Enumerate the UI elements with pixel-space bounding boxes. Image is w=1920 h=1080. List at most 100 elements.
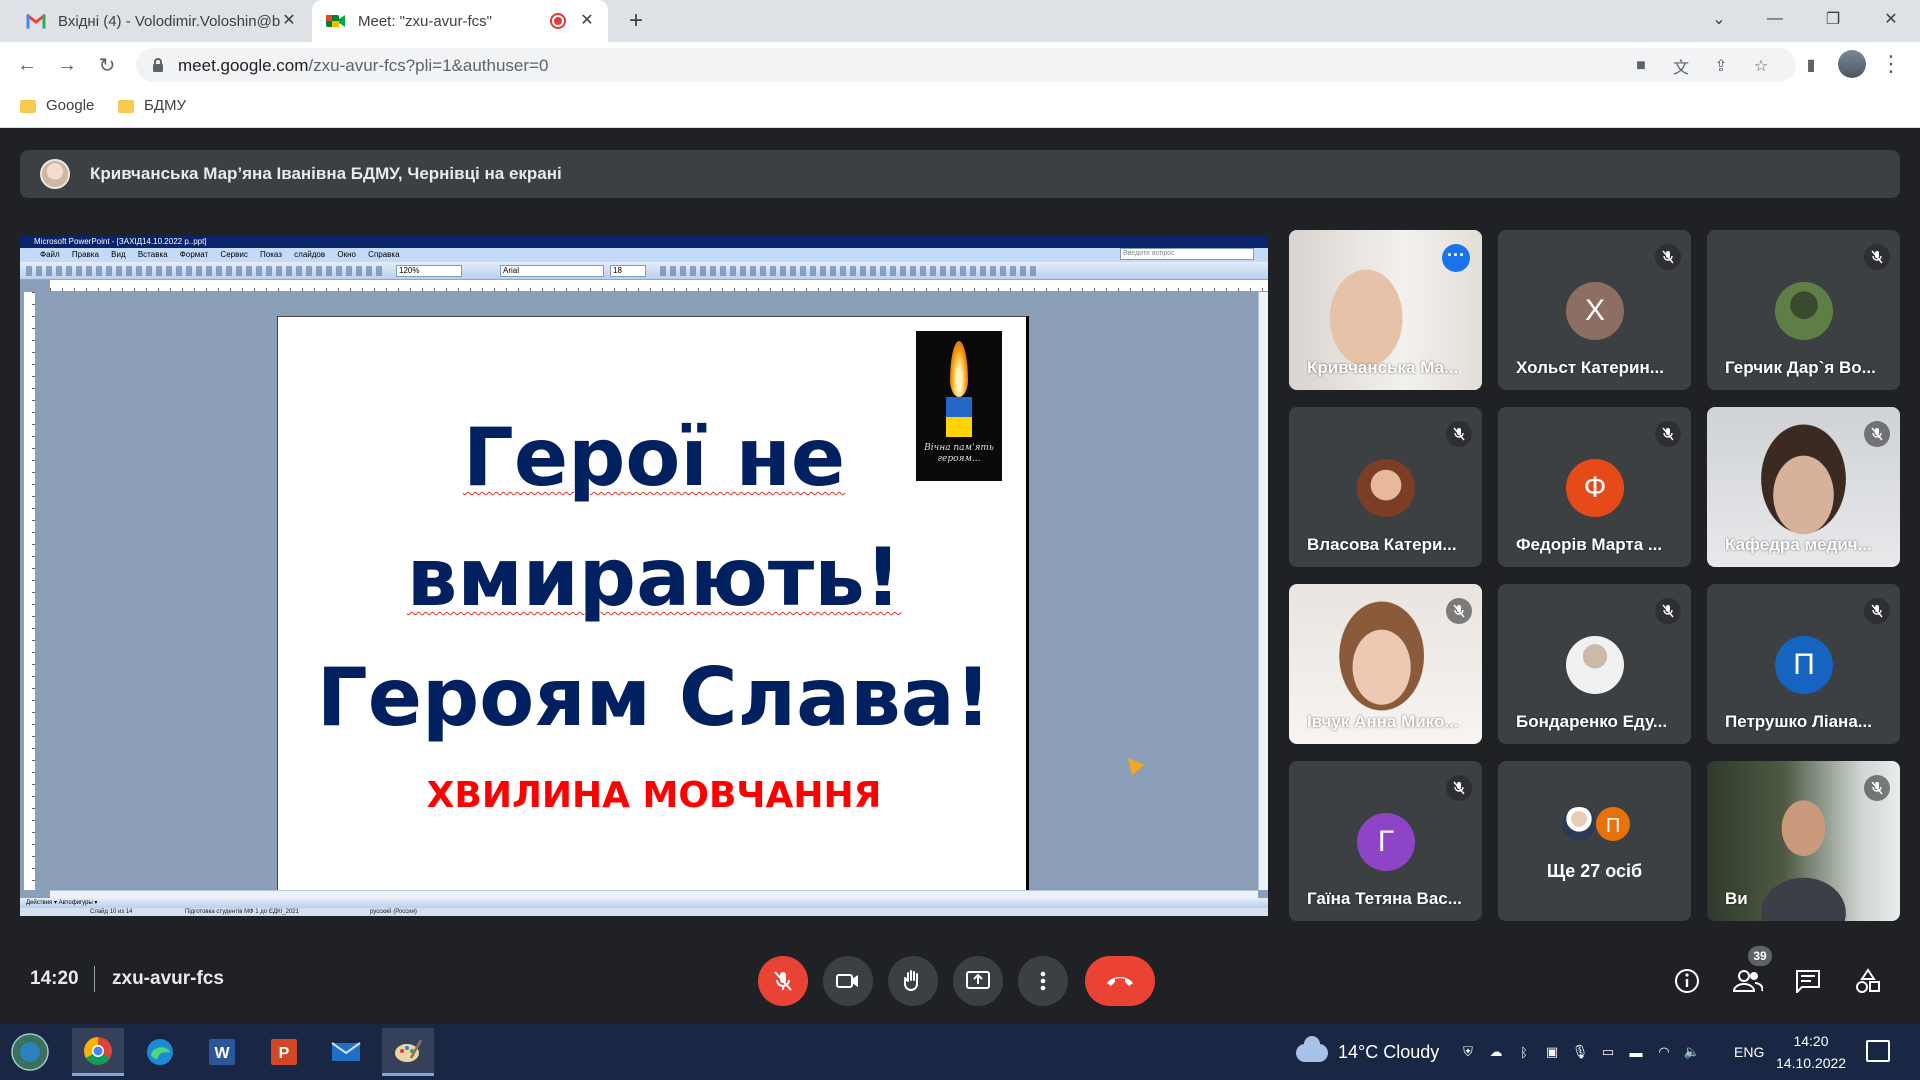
tab-gmail[interactable]: Вхідні (4) - Volodimir.Voloshin@b ✕ <box>10 0 310 42</box>
system-clock[interactable]: 14:20 14.10.2022 <box>1776 1030 1846 1074</box>
close-icon[interactable]: ✕ <box>280 12 298 30</box>
display-icon[interactable]: ▭ <box>1598 1042 1618 1062</box>
profile-avatar[interactable] <box>1838 50 1866 78</box>
window-close-icon[interactable]: ✕ <box>1862 0 1920 38</box>
participant-tile[interactable]: Кафедра медич... <box>1707 407 1900 567</box>
more-options-icon[interactable]: ··· <box>1442 244 1470 272</box>
participant-tile[interactable]: Бондаренко Еду... <box>1498 584 1691 744</box>
tab-search-icon[interactable]: ⌄ <box>1690 0 1748 38</box>
paint-icon <box>395 1038 423 1062</box>
participant-tile[interactable]: Г Гаїна Тетяна Вас... <box>1289 761 1482 921</box>
recording-icon <box>550 13 566 29</box>
language-indicator[interactable]: ENG <box>1734 1044 1764 1060</box>
back-icon[interactable]: ← <box>12 50 42 80</box>
mic-off-icon <box>1864 775 1890 801</box>
chat-button[interactable] <box>1785 958 1831 1004</box>
participant-avatar <box>1357 459 1415 517</box>
mic-toggle-button[interactable] <box>758 956 808 1006</box>
phone-hangup-icon <box>1107 977 1133 986</box>
bookmark-star-icon[interactable]: ☆ <box>1750 55 1772 77</box>
cloud-sync-icon[interactable]: ☁ <box>1486 1042 1506 1062</box>
meeting-time: 14:20 <box>30 968 79 989</box>
participant-name: Федорів Марта ... <box>1516 535 1663 554</box>
wifi-icon[interactable]: ◠ <box>1654 1042 1674 1062</box>
font-size-box: 18 <box>610 265 646 277</box>
activities-icon <box>1856 968 1880 993</box>
tab-label: Вхідні (4) - Volodimir.Voloshin@b <box>58 12 281 30</box>
battery-icon[interactable]: ▬ <box>1626 1042 1646 1062</box>
avatar-stack: П <box>1560 805 1632 843</box>
participant-name: Івчук Анна Мико... <box>1307 712 1459 731</box>
windows-taskbar: W P 14°C Cloudy ⛨ ☁ ᛒ ▣ 🎙 ▭ ▬ ◠ 🔈 ENG 14… <box>0 1024 1920 1080</box>
bookmark-google[interactable]: Google <box>20 97 94 114</box>
volume-icon[interactable]: 🔈 <box>1682 1042 1702 1062</box>
notifications-icon[interactable] <box>1866 1040 1890 1062</box>
svg-text:P: P <box>279 1045 290 1062</box>
more-participants-tile[interactable]: П Ще 27 осіб <box>1498 761 1691 921</box>
status-lang: русский (Россия) <box>370 909 417 915</box>
slide-text: вмирають! <box>406 531 902 624</box>
present-button[interactable] <box>953 956 1003 1006</box>
meet-icon <box>326 11 346 31</box>
omnibox[interactable]: meet.google.com/zxu-avur-fcs?pli=1&authu… <box>136 48 1796 82</box>
taskbar-chrome[interactable] <box>72 1028 124 1076</box>
powerpoint-icon: P <box>271 1039 297 1065</box>
url-path: /zxu-avur-fcs?pli=1&authuser=0 <box>308 56 549 75</box>
mic-off-icon <box>1655 421 1681 447</box>
camera-blocked-icon[interactable]: ■ <box>1630 55 1652 77</box>
meeting-details-button[interactable] <box>1664 958 1710 1004</box>
weather-widget[interactable]: 14°C Cloudy <box>1296 1035 1439 1063</box>
question-box: Введите вопрос <box>1120 248 1254 260</box>
participant-initial: Ф <box>1566 459 1624 517</box>
leave-call-button[interactable] <box>1085 956 1155 1006</box>
more-options-button[interactable] <box>1018 956 1068 1006</box>
participant-tile[interactable]: Власова Катери... <box>1289 407 1482 567</box>
participant-tile[interactable]: Івчук Анна Мико... <box>1289 584 1482 744</box>
translate-icon[interactable]: 文 <box>1670 55 1692 77</box>
participant-tile[interactable]: Герчик Дар`я Во... <box>1707 230 1900 390</box>
bookmark-label: БДМУ <box>144 97 187 114</box>
participant-initial: П <box>1775 636 1833 694</box>
participant-tile[interactable]: ··· Кривчанська Ма... <box>1289 230 1482 390</box>
bluetooth-icon[interactable]: ᛒ <box>1514 1042 1534 1062</box>
taskbar-edge[interactable] <box>134 1028 186 1076</box>
participant-avatar <box>1566 636 1624 694</box>
tab-meet[interactable]: Meet: "zxu-avur-fcs" ✕ <box>312 0 608 42</box>
close-icon[interactable]: ✕ <box>578 12 596 30</box>
powerpoint-toolbar: 120% Arial 18 Введите вопрос <box>20 248 1268 280</box>
forward-icon[interactable]: → <box>52 50 82 80</box>
status-design: Підготовка студентів МФ 1 до ЄДКІ_2021 <box>185 909 299 915</box>
shield-icon[interactable]: ⛨ <box>1458 1042 1478 1062</box>
device-icon[interactable]: ▣ <box>1542 1042 1562 1062</box>
side-panel-icon[interactable]: ▮ <box>1800 54 1822 76</box>
slide-line-3: Героям Слава! <box>316 651 992 744</box>
microphone-icon[interactable]: 🎙 <box>1570 1042 1590 1062</box>
camera-toggle-button[interactable] <box>823 956 873 1006</box>
participant-tile[interactable]: Х Хольст Катерин... <box>1498 230 1691 390</box>
participant-tile[interactable]: П Петрушко Ліана... <box>1707 584 1900 744</box>
participant-name: Власова Катери... <box>1307 535 1457 554</box>
taskbar-paint[interactable] <box>382 1028 434 1076</box>
taskbar-mail[interactable] <box>320 1028 372 1076</box>
new-tab-button[interactable]: + <box>622 7 650 35</box>
maximize-icon[interactable]: ❐ <box>1804 0 1862 38</box>
powerpoint-menu-bar: Файл Правка Вид Вставка Формат Сервис По… <box>20 248 1268 262</box>
present-icon <box>966 971 990 989</box>
raise-hand-button[interactable] <box>888 956 938 1006</box>
participant-initial: Г <box>1357 813 1415 871</box>
drawing-toolbar: Действия ▾ Автофигуры ▾ <box>20 898 1268 908</box>
svg-text:W: W <box>214 1045 230 1062</box>
activities-button[interactable] <box>1845 958 1891 1004</box>
taskbar-word[interactable]: W <box>196 1028 248 1076</box>
taskbar-powerpoint[interactable]: P <box>258 1028 310 1076</box>
start-button[interactable] <box>4 1028 56 1076</box>
self-tile[interactable]: Ви <box>1707 761 1900 921</box>
participant-tile[interactable]: Ф Федорів Марта ... <box>1498 407 1691 567</box>
bookmark-bdmu[interactable]: БДМУ <box>118 97 186 114</box>
reload-icon[interactable]: ↻ <box>92 50 122 80</box>
share-icon[interactable]: ⇪ <box>1710 55 1732 77</box>
browser-menu-icon[interactable]: ⋮ <box>1880 52 1902 78</box>
url-host: meet.google.com <box>178 56 309 75</box>
minimize-icon[interactable]: — <box>1746 0 1804 38</box>
participant-name: Гаїна Тетяна Вас... <box>1307 889 1462 908</box>
